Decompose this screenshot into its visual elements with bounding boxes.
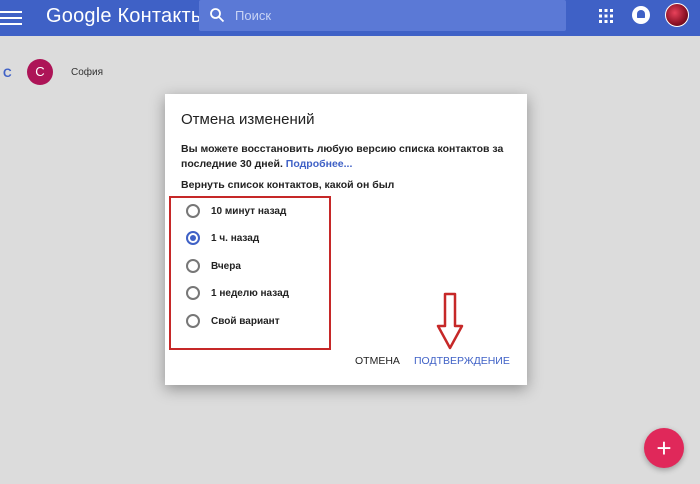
dialog-description: Вы можете восстановить любую версию спис… (181, 142, 511, 172)
radio-button[interactable] (186, 204, 200, 218)
option-1-hour[interactable]: 1 ч. назад (186, 231, 259, 245)
undo-changes-dialog: Отмена изменений Вы можете восстановить … (165, 94, 527, 385)
app-title: Google Контакты (46, 5, 206, 27)
radio-button-selected[interactable] (186, 231, 200, 245)
option-label: 10 минут назад (211, 205, 287, 217)
search-box[interactable] (199, 0, 566, 31)
radio-button[interactable] (186, 259, 200, 273)
option-custom[interactable]: Свой вариант (186, 314, 280, 328)
option-label: Свой вариант (211, 315, 280, 327)
contact-avatar[interactable]: С (27, 59, 53, 85)
search-icon (210, 8, 225, 23)
option-yesterday[interactable]: Вчера (186, 259, 241, 273)
radio-button[interactable] (186, 314, 200, 328)
cancel-button[interactable]: ОТМЕНА (355, 355, 400, 367)
option-label: Вчера (211, 260, 241, 272)
apps-grid-icon[interactable] (599, 9, 613, 23)
option-10-minutes[interactable]: 10 минут назад (186, 204, 286, 218)
user-avatar[interactable] (665, 3, 689, 27)
add-contact-button[interactable]: + (644, 428, 684, 468)
menu-icon[interactable] (0, 9, 22, 27)
option-label: 1 ч. назад (211, 232, 260, 244)
option-label: 1 неделю назад (211, 287, 289, 299)
notifications-icon[interactable] (632, 6, 650, 24)
dialog-subtitle: Вернуть список контактов, какой он был (181, 179, 395, 191)
section-letter: С (3, 66, 12, 80)
dialog-title: Отмена изменений (181, 111, 315, 128)
option-1-week[interactable]: 1 неделю назад (186, 286, 289, 300)
contact-name[interactable]: София (71, 67, 103, 78)
radio-button[interactable] (186, 286, 200, 300)
top-bar: Google Контакты (0, 0, 700, 36)
annotation-arrow-icon (436, 292, 464, 350)
learn-more-link[interactable]: Подробнее... (286, 158, 353, 170)
search-input[interactable] (235, 5, 535, 25)
confirm-button[interactable]: ПОДТВЕРЖДЕНИЕ (414, 355, 510, 367)
